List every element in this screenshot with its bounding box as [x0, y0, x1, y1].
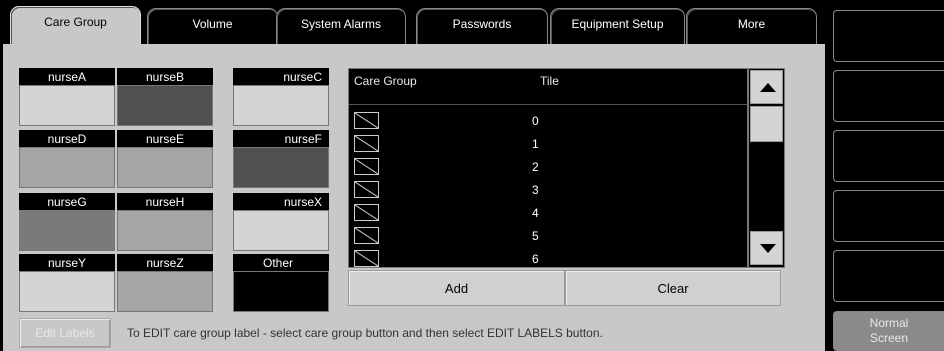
care-group-tile-table: Care Group Tile 0 1 2 3 4 5 6 [348, 68, 748, 268]
care-group-color-swatch [117, 271, 213, 312]
clear-button[interactable]: Clear [565, 270, 781, 306]
care-group-swatch-icon [354, 204, 379, 221]
table-row[interactable]: 4 [349, 201, 747, 224]
care-group-color-swatch [233, 210, 329, 251]
table-scrollbar[interactable] [748, 68, 785, 268]
edit-labels-button[interactable]: Edit Labels [19, 318, 111, 348]
care-group-swatch-icon [354, 135, 379, 152]
care-group-button-nursed[interactable]: nurseD [19, 130, 115, 188]
care-group-button-nurseh[interactable]: nurseH [117, 193, 213, 251]
care-group-button-nurseb[interactable]: nurseB [117, 68, 213, 126]
tab-more[interactable]: More [686, 8, 817, 44]
tab-equipment-setup[interactable]: Equipment Setup [550, 8, 685, 44]
column-header-care-group: Care Group [354, 74, 417, 88]
tab-passwords[interactable]: Passwords [416, 8, 548, 44]
tile-number: 0 [532, 114, 539, 128]
help-text: To EDIT care group label - select care g… [127, 326, 603, 340]
care-group-color-swatch [19, 85, 115, 126]
tile-number: 3 [532, 183, 539, 197]
care-group-button-nursez[interactable]: nurseZ [117, 254, 213, 312]
side-button-2[interactable] [833, 70, 944, 122]
care-group-label: nurseC [233, 68, 329, 85]
care-group-color-swatch [19, 271, 115, 312]
tile-number: 5 [532, 229, 539, 243]
side-button-4[interactable] [833, 190, 944, 242]
scroll-down-button[interactable] [750, 231, 783, 265]
tab-bar: Volume System Alarms Passwords Equipment… [0, 0, 825, 44]
care-group-label: nurseD [19, 130, 115, 147]
care-group-swatch-icon [354, 227, 379, 244]
table-row[interactable]: 3 [349, 178, 747, 201]
care-group-button-nurseg[interactable]: nurseG [19, 193, 115, 251]
care-group-color-swatch [117, 210, 213, 251]
care-group-color-swatch [19, 147, 115, 188]
care-group-button-nursea[interactable]: nurseA [19, 68, 115, 126]
care-group-panel: nurseA nurseB nurseC nurseD nurseE nurseF nurs… [3, 44, 825, 351]
table-row[interactable]: 5 [349, 224, 747, 247]
tile-number: 4 [532, 206, 539, 220]
care-group-label: nurseE [117, 130, 213, 147]
care-group-button-nursex[interactable]: nurseX [233, 193, 329, 251]
care-group-button-nursec[interactable]: nurseC [233, 68, 329, 126]
arrow-down-icon [760, 244, 776, 253]
tab-care-group[interactable]: Care Group [10, 6, 141, 44]
arrow-up-icon [760, 83, 776, 92]
care-group-label: nurseA [19, 68, 115, 85]
normal-screen-button[interactable]: Normal Screen [833, 311, 944, 351]
care-group-button-nursef[interactable]: nurseF [233, 130, 329, 188]
care-group-label: nurseX [233, 193, 329, 210]
tile-number: 2 [532, 160, 539, 174]
care-group-label: nurseF [233, 130, 329, 147]
care-group-label: Other [233, 254, 329, 271]
side-button-3[interactable] [833, 130, 944, 182]
care-group-swatch-icon [354, 112, 379, 129]
care-group-swatch-icon [354, 158, 379, 175]
care-group-color-swatch [233, 147, 329, 188]
care-group-label: nurseY [19, 254, 115, 271]
care-group-label: nurseB [117, 68, 213, 85]
add-button[interactable]: Add [348, 270, 565, 306]
care-group-button-other[interactable]: Other [233, 254, 329, 312]
scroll-up-button[interactable] [750, 70, 783, 104]
care-group-color-swatch [233, 85, 329, 126]
care-group-swatch-icon [354, 250, 379, 267]
side-button-5[interactable] [833, 250, 944, 302]
table-header: Care Group Tile [349, 69, 747, 105]
table-row[interactable]: 0 [349, 109, 747, 132]
care-group-swatch-icon [354, 181, 379, 198]
care-group-label: nurseH [117, 193, 213, 210]
table-row[interactable]: 6 [349, 247, 747, 270]
care-group-label: nurseG [19, 193, 115, 210]
care-group-label: nurseZ [117, 254, 213, 271]
care-group-button-nursee[interactable]: nurseE [117, 130, 213, 188]
normal-screen-label-line1: Normal [869, 316, 909, 330]
tab-volume[interactable]: Volume [147, 8, 278, 44]
column-header-tile: Tile [540, 74, 559, 88]
side-button-1[interactable] [833, 10, 944, 62]
care-group-color-swatch [19, 210, 115, 251]
tab-system-alarms[interactable]: System Alarms [276, 8, 406, 44]
care-group-button-nursey[interactable]: nurseY [19, 254, 115, 312]
tile-number: 1 [532, 137, 539, 151]
normal-screen-label-line2: Screen [869, 331, 909, 345]
care-group-color-swatch [117, 147, 213, 188]
care-group-color-swatch [233, 271, 329, 312]
tile-number: 6 [532, 252, 539, 266]
table-row[interactable]: 1 [349, 132, 747, 155]
scroll-thumb[interactable] [750, 106, 783, 142]
table-row[interactable]: 2 [349, 155, 747, 178]
care-group-color-swatch [117, 85, 213, 126]
